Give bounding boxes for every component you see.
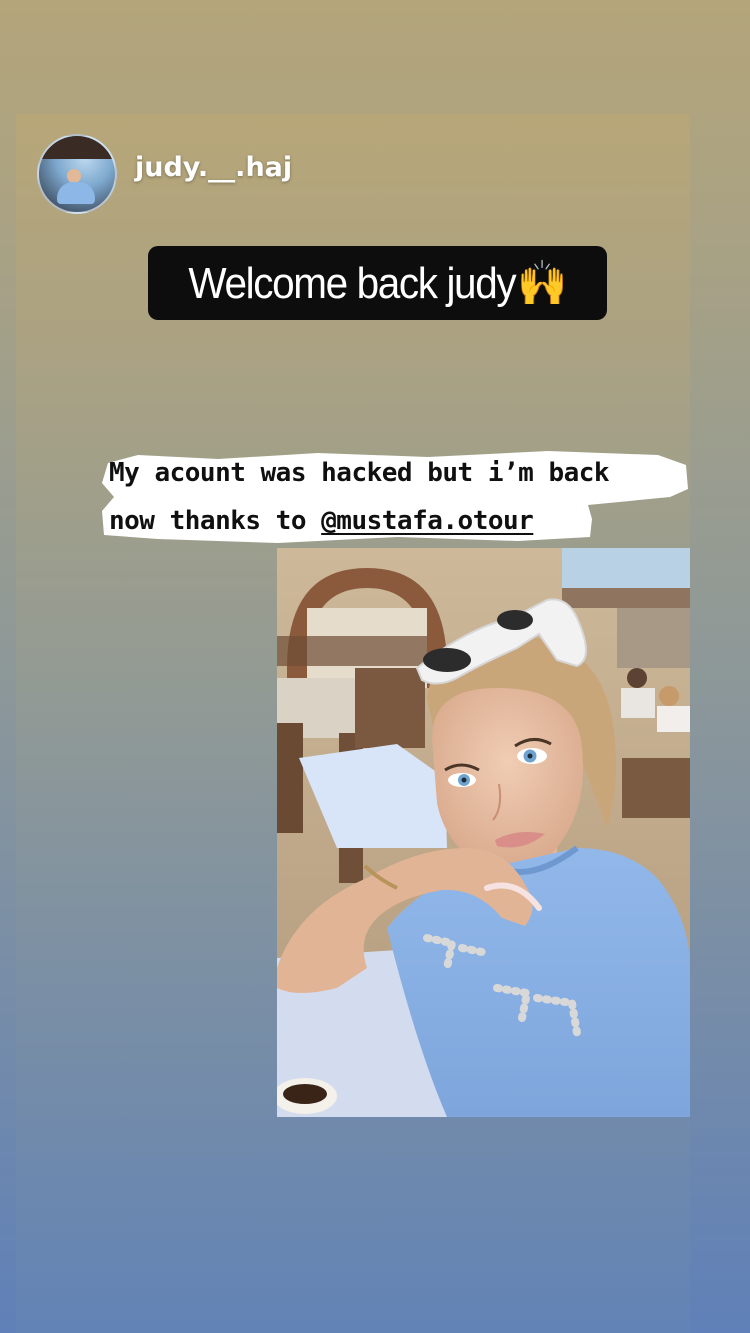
welcome-text: Welcome back judy (188, 259, 517, 308)
caption-line-1: My acount was hacked but i’m back (109, 458, 610, 488)
welcome-sticker: Welcome back judy🙌 (148, 246, 607, 320)
avatar-background (39, 136, 115, 159)
selfie-photo (277, 548, 690, 1117)
profile-avatar[interactable] (37, 134, 117, 214)
avatar-person-body (57, 182, 95, 204)
avatar-person-head (67, 169, 81, 183)
photo-illustration (277, 548, 690, 1117)
welcome-text-wrapper: Welcome back judy🙌 (188, 257, 568, 309)
username-label[interactable]: judy.__.haj (135, 152, 292, 183)
raised-hands-icon: 🙌 (517, 259, 567, 308)
caption-line-2-prefix: now thanks to (109, 506, 322, 536)
caption-text: My acount was hacked but i’m back now th… (109, 449, 689, 545)
mention-link[interactable]: @mustafa.otour (321, 506, 534, 536)
caption-line-2: now thanks to @mustafa.otour (109, 497, 689, 545)
